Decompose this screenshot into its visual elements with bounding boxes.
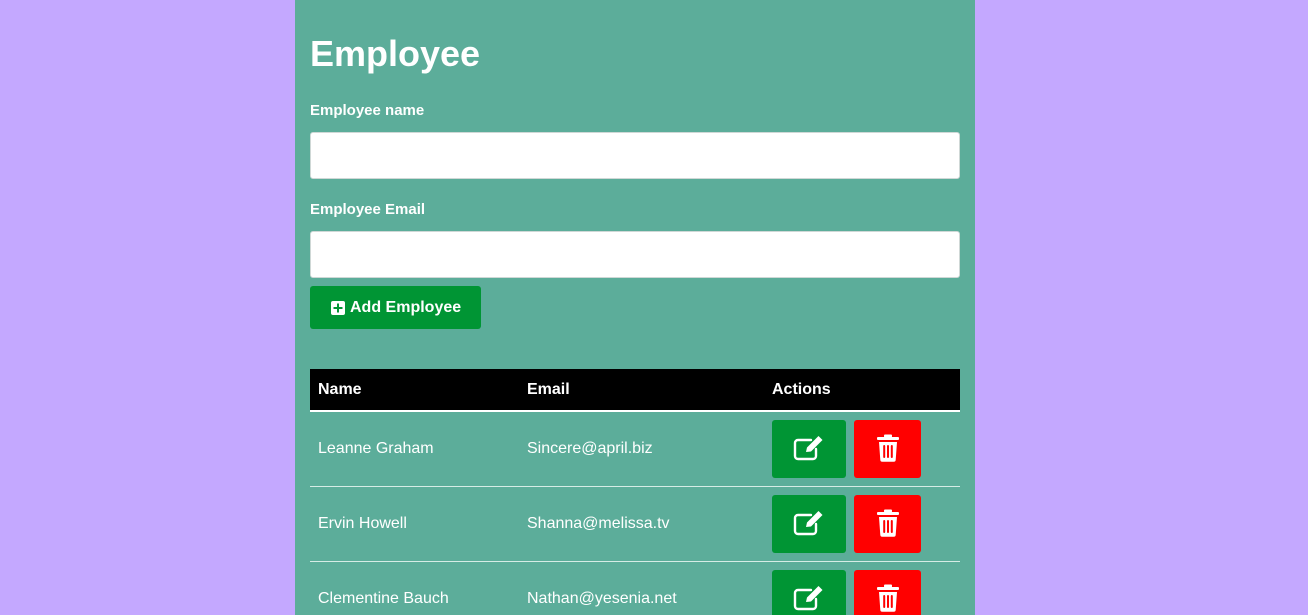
add-employee-button[interactable]: Add Employee: [310, 286, 481, 329]
edit-button[interactable]: [772, 420, 846, 478]
edit-button[interactable]: [772, 570, 846, 615]
employee-table: Name Email Actions Leanne Graham Sincere…: [310, 369, 960, 615]
employee-name-cell: Clementine Bauch: [310, 561, 519, 615]
table-row: Ervin Howell Shanna@melissa.tv: [310, 486, 960, 562]
employee-email-cell: Nathan@yesenia.net: [519, 561, 764, 615]
name-column-header: Name: [310, 369, 519, 412]
employee-email-cell: Shanna@melissa.tv: [519, 486, 764, 562]
actions-column-header: Actions: [764, 369, 960, 412]
employee-name-cell: Ervin Howell: [310, 486, 519, 562]
actions-cell: [764, 486, 960, 562]
add-employee-label: Add Employee: [350, 298, 462, 316]
employee-panel: Employee Employee name Employee Email Ad…: [295, 0, 975, 615]
employee-name-label: Employee name: [310, 102, 425, 119]
edit-icon: [792, 509, 826, 540]
employee-email-cell: Sincere@april.biz: [519, 411, 764, 487]
employee-name-cell: Leanne Graham: [310, 411, 519, 487]
edit-icon: [792, 434, 826, 465]
plus-square-icon: [331, 300, 345, 315]
employee-email-label: Employee Email: [310, 201, 426, 218]
actions-cell: [764, 411, 960, 487]
trash-icon: [876, 584, 900, 615]
delete-button[interactable]: [854, 420, 921, 478]
actions-cell: [764, 561, 960, 615]
trash-icon: [876, 434, 900, 465]
page-title: Employee: [310, 33, 481, 74]
table-row: Clementine Bauch Nathan@yesenia.net: [310, 561, 960, 615]
edit-icon: [792, 584, 826, 615]
trash-icon: [876, 509, 900, 540]
employee-email-input[interactable]: [310, 231, 960, 278]
table-header-row: Name Email Actions: [310, 369, 960, 412]
email-column-header: Email: [519, 369, 764, 412]
employee-name-input[interactable]: [310, 132, 960, 179]
delete-button[interactable]: [854, 570, 921, 615]
delete-button[interactable]: [854, 495, 921, 553]
table-row: Leanne Graham Sincere@april.biz: [310, 411, 960, 487]
edit-button[interactable]: [772, 495, 846, 553]
